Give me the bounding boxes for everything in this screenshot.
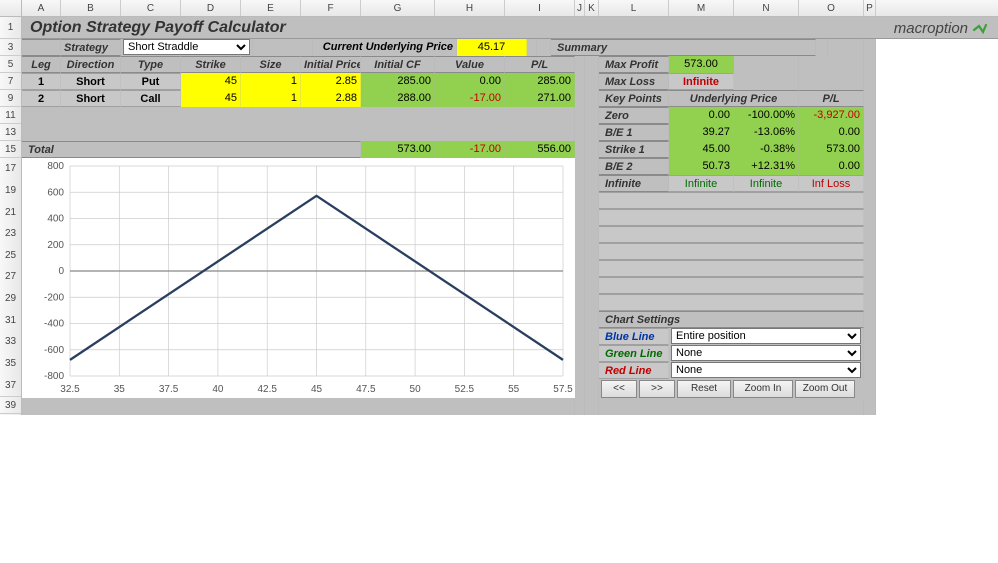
svg-text:0: 0 — [58, 266, 64, 277]
svg-text:42.5: 42.5 — [257, 384, 277, 395]
strategy-label — [22, 39, 61, 56]
svg-text:400: 400 — [47, 214, 64, 225]
max-profit-label: Max Profit — [599, 56, 669, 73]
brand-logo: macroption — [894, 17, 998, 38]
svg-text:52.5: 52.5 — [455, 384, 475, 395]
svg-text:45: 45 — [311, 384, 323, 395]
blue-line-label: Blue Line — [599, 328, 669, 345]
total-pl: 556.00 — [505, 141, 575, 158]
scroll-right-button[interactable]: >> — [639, 380, 675, 398]
leg-row: 1 Short Put 45 1 2.85 285.00 0.00 285.00… — [22, 73, 998, 90]
total-icf: 573.00 — [361, 141, 435, 158]
red-line-label: Red Line — [599, 362, 669, 379]
payoff-chart: -800 -600 -400 -200 0 200 400 600 800 32.5 35 37.5 4… — [22, 158, 575, 398]
total-value: -17.00 — [435, 141, 505, 158]
svg-text:-800: -800 — [44, 371, 64, 382]
svg-text:35: 35 — [114, 384, 126, 395]
keypoints-header: Key Points — [599, 90, 669, 107]
svg-text:55: 55 — [508, 384, 520, 395]
svg-text:-600: -600 — [44, 345, 64, 356]
strategy-select[interactable]: Short Straddle — [123, 39, 250, 55]
max-profit-value: 573.00 — [669, 56, 734, 73]
svg-text:200: 200 — [47, 240, 64, 251]
svg-text:-400: -400 — [44, 319, 64, 330]
cup-value[interactable]: 45.17 — [457, 39, 527, 56]
svg-text:40: 40 — [212, 384, 224, 395]
zoom-in-button[interactable]: Zoom In — [733, 380, 793, 398]
scroll-left-button[interactable]: << — [601, 380, 637, 398]
svg-text:57.5: 57.5 — [553, 384, 573, 395]
leg-row: 2 Short Call 45 1 2.88 288.00 -17.00 271… — [22, 90, 998, 107]
red-line-select[interactable]: None — [671, 362, 861, 378]
total-label: Total — [22, 141, 361, 158]
column-headers: A B C D E F G H I J K L M N O P — [0, 0, 998, 17]
max-loss-value: Infinite — [669, 73, 734, 90]
page-title: Option Strategy Payoff Calculator — [22, 17, 894, 38]
svg-text:50: 50 — [410, 384, 422, 395]
summary-header: Summary — [551, 39, 816, 56]
row-headers: 1 3 5 7 9 11 13 15 17 19 21 23 25 27 29 … — [0, 17, 22, 415]
chart-settings-header: Chart Settings — [599, 311, 864, 328]
svg-text:32.5: 32.5 — [60, 384, 80, 395]
brand-check-icon — [972, 21, 988, 37]
reset-button[interactable]: Reset — [677, 380, 731, 398]
svg-text:-200: -200 — [44, 292, 64, 303]
max-loss-label: Max Loss — [599, 73, 669, 90]
green-line-select[interactable]: None — [671, 345, 861, 361]
cup-label: Current Underlying Price — [313, 39, 457, 56]
svg-text:800: 800 — [47, 161, 64, 172]
green-line-label: Green Line — [599, 345, 669, 362]
zoom-out-button[interactable]: Zoom Out — [795, 380, 855, 398]
svg-text:600: 600 — [47, 187, 64, 198]
blue-line-select[interactable]: Entire position — [671, 328, 861, 344]
svg-text:37.5: 37.5 — [159, 384, 179, 395]
svg-text:47.5: 47.5 — [356, 384, 376, 395]
